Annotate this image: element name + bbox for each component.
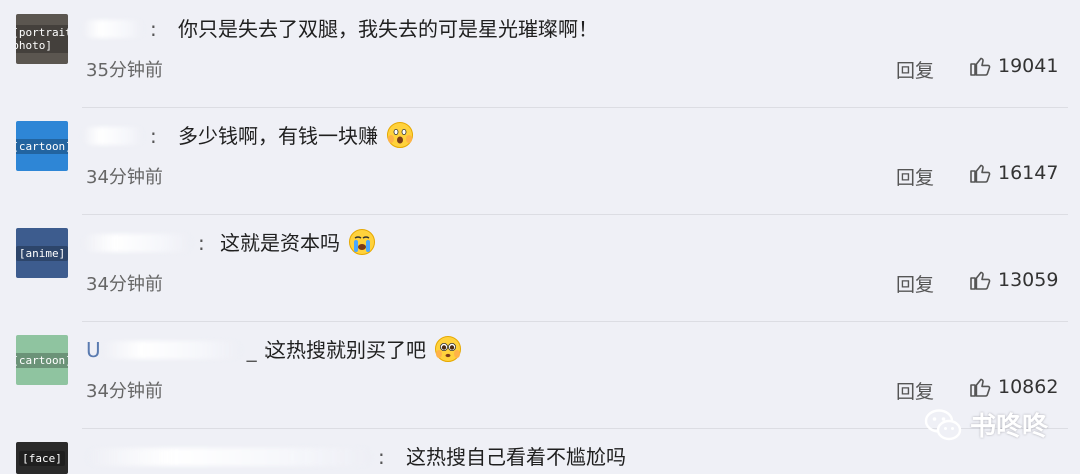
- like-count: 19041: [998, 55, 1059, 77]
- comment-text: 这就是资本吗: [220, 228, 376, 258]
- crying-face-emoji: [349, 229, 376, 255]
- thumbs-up-icon: [970, 378, 991, 397]
- pleading-face-emoji: [435, 336, 462, 362]
- comment-item: [cartoon] : 多少钱啊，有钱一块赚 34分钟前 回复 16147: [0, 107, 1080, 215]
- timestamp: 34分钟前: [86, 274, 163, 295]
- comment-text: 你只是失去了双腿，我失去的可是星光璀璨啊！: [178, 17, 598, 41]
- like-count: 13059: [998, 269, 1059, 291]
- thumbs-up-icon: [970, 271, 991, 290]
- username[interactable]: U _ :: [86, 335, 270, 365]
- username[interactable]: :: [82, 14, 157, 44]
- thumbs-up-icon: [970, 164, 991, 183]
- username[interactable]: :: [82, 121, 157, 151]
- comment-text: 这热搜就别买了吧: [266, 335, 462, 365]
- like-button[interactable]: 13059: [968, 268, 1058, 292]
- comment-text: 多少钱啊，有钱一块赚: [178, 121, 414, 151]
- comment-item: [face] : 这热搜自己看着不尴尬吗: [0, 428, 1080, 474]
- timestamp: 34分钟前: [86, 167, 163, 188]
- like-count: 16147: [998, 162, 1059, 184]
- avatar[interactable]: [anime]: [16, 228, 68, 278]
- scared-face-emoji: [387, 122, 414, 148]
- timestamp: 34分钟前: [86, 381, 163, 402]
- avatar[interactable]: [cartoon]: [16, 335, 68, 385]
- like-button[interactable]: 10862: [968, 375, 1058, 399]
- username[interactable]: :: [82, 228, 205, 258]
- reply-button[interactable]: 回复: [896, 377, 934, 404]
- comment-item: [portrait photo] : 你只是失去了双腿，我失去的可是星光璀璨啊！…: [0, 0, 1080, 108]
- avatar[interactable]: [portrait photo]: [16, 14, 68, 64]
- like-count: 10862: [998, 376, 1059, 398]
- username[interactable]: :: [86, 442, 385, 472]
- comment-item: [cartoon] U _ : 这热搜就别买了吧 34分钟前 回复 10862: [0, 321, 1080, 429]
- timestamp: 35分钟前: [86, 60, 163, 81]
- reply-button[interactable]: 回复: [896, 270, 934, 297]
- watermark: 书咚咚: [924, 406, 1048, 443]
- avatar[interactable]: [cartoon]: [16, 121, 68, 171]
- thumbs-up-icon: [970, 57, 991, 76]
- avatar[interactable]: [face]: [16, 442, 68, 474]
- comment-text: 这热搜自己看着不尴尬吗: [406, 445, 626, 469]
- watermark-text: 书咚咚: [970, 412, 1049, 442]
- reply-button[interactable]: 回复: [896, 163, 934, 190]
- comment-item: [anime] : 这就是资本吗 34分钟前 回复 13059: [0, 214, 1080, 322]
- reply-button[interactable]: 回复: [896, 56, 934, 83]
- like-button[interactable]: 16147: [968, 161, 1058, 185]
- wechat-icon: [924, 408, 962, 440]
- like-button[interactable]: 19041: [968, 54, 1058, 78]
